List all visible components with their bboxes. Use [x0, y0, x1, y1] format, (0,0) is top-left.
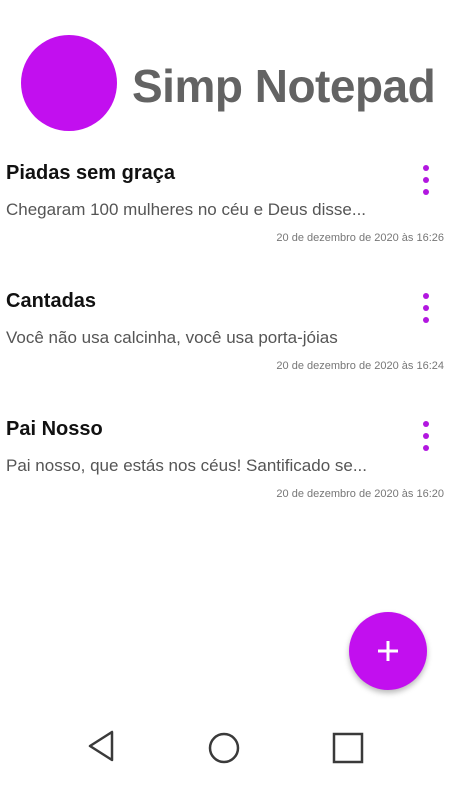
add-note-button[interactable] — [349, 612, 427, 690]
note-preview: Chegaram 100 mulheres no céu e Deus diss… — [6, 200, 367, 219]
note-preview: Você não usa calcinha, você usa porta-jó… — [6, 328, 338, 347]
note-preview: Pai nosso, que estás nos céus! Santifica… — [6, 456, 367, 475]
system-navigation-bar — [0, 700, 450, 800]
more-vert-icon[interactable] — [418, 421, 434, 451]
plus-icon — [378, 641, 398, 661]
back-button[interactable] — [84, 728, 120, 764]
home-circle-icon — [208, 732, 240, 764]
app-header: Simp Notepad — [0, 0, 450, 140]
note-date: 20 de dezembro de 2020 às 16:24 — [276, 360, 444, 372]
back-triangle-icon — [88, 730, 114, 762]
app-title: Simp Notepad — [132, 60, 436, 112]
more-vert-icon[interactable] — [418, 165, 434, 195]
recents-button[interactable] — [330, 730, 366, 766]
note-title: Pai Nosso — [6, 418, 103, 440]
note-date: 20 de dezembro de 2020 às 16:20 — [276, 488, 444, 500]
note-item[interactable]: Pai Nosso Pai nosso, que estás nos céus!… — [0, 416, 450, 534]
recents-square-icon — [332, 732, 364, 764]
note-title: Cantadas — [6, 290, 97, 312]
note-title: Piadas sem graça — [6, 162, 175, 184]
note-date: 20 de dezembro de 2020 às 16:26 — [276, 232, 444, 244]
note-item[interactable]: Cantadas Você não usa calcinha, você usa… — [0, 288, 450, 406]
note-item[interactable]: Piadas sem graça Chegaram 100 mulheres n… — [0, 160, 450, 278]
more-vert-icon[interactable] — [418, 293, 434, 323]
app-logo — [21, 35, 117, 131]
home-button[interactable] — [206, 730, 242, 766]
